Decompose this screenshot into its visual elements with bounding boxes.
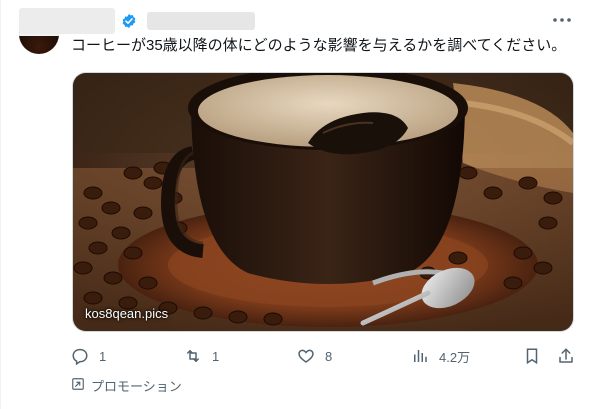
bookmark-icon	[523, 347, 541, 365]
share-icon	[557, 347, 575, 365]
bookmark-button[interactable]	[523, 344, 541, 368]
media-source-label[interactable]: kos8qean.pics	[85, 306, 168, 321]
retweet-count: 1	[212, 348, 220, 364]
tweet-text: コーヒーが35歳以降の体にどのような影響を与えるかを調べてください。	[71, 37, 567, 54]
promoted-label[interactable]: プロモーション	[71, 376, 182, 394]
views-button[interactable]: 4.2万	[411, 344, 470, 368]
retweet-button[interactable]: 1	[184, 344, 219, 368]
verified-badge-icon	[121, 13, 137, 29]
reply-count: 1	[99, 348, 107, 364]
tweet-media[interactable]: kos8qean.pics	[72, 72, 574, 332]
handle-redacted[interactable]	[147, 12, 255, 30]
retweet-icon	[184, 347, 202, 365]
reply-icon	[71, 347, 89, 365]
share-button[interactable]	[557, 344, 575, 368]
promoted-text: プロモーション	[91, 378, 182, 394]
reply-button[interactable]: 1	[71, 344, 106, 368]
like-icon	[297, 347, 315, 365]
more-icon[interactable]	[550, 12, 574, 28]
action-bar: 1 1 8 4.2万	[71, 344, 577, 368]
coffee-cup-photo	[73, 73, 573, 331]
promoted-icon	[71, 377, 85, 394]
tweet-header	[19, 6, 255, 36]
view-count: 4.2万	[439, 349, 471, 365]
tweet-card[interactable]: コーヒーが35歳以降の体にどのような影響を与えるかを調べてください。 kos8q…	[0, 0, 590, 409]
like-count: 8	[325, 348, 333, 364]
display-name-redacted[interactable]	[19, 8, 115, 34]
like-button[interactable]: 8	[297, 344, 332, 368]
views-icon	[411, 347, 429, 365]
